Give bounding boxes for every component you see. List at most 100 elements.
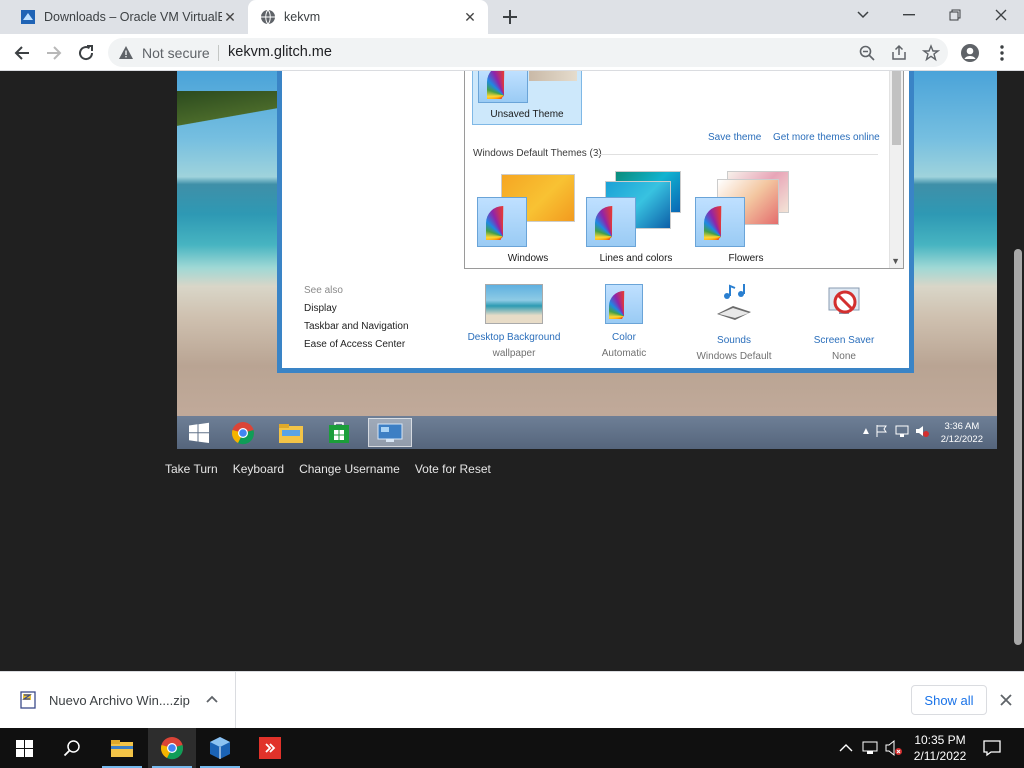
- bookmark-star-icon[interactable]: [922, 44, 940, 62]
- item-value: Automatic: [601, 348, 647, 359]
- browser-toolbar: Not secure kekvm.glitch.me: [0, 34, 1024, 71]
- vm-chrome-button[interactable]: [221, 418, 265, 447]
- scroll-down-icon[interactable]: ▼: [891, 256, 900, 266]
- close-window-icon[interactable]: [978, 0, 1024, 30]
- volume-muted-icon[interactable]: [915, 424, 929, 438]
- volume-muted-icon[interactable]: [885, 739, 903, 757]
- unsaved-theme-label: Unsaved Theme: [490, 109, 564, 120]
- minimize-icon[interactable]: [886, 0, 932, 30]
- palm-tree-decoration: [177, 91, 277, 131]
- action-center-flag-icon[interactable]: [874, 424, 888, 438]
- vm-clock[interactable]: 3:36 AM 2/12/2022: [941, 420, 983, 446]
- zoom-out-icon[interactable]: [858, 44, 876, 62]
- item-value: Windows Default: [696, 351, 772, 362]
- theme-fan-icon: [477, 197, 527, 247]
- close-icon[interactable]: [998, 692, 1014, 708]
- sounds-icon: [717, 284, 751, 320]
- item-value: wallpaper: [492, 348, 536, 359]
- menu-kebab-icon[interactable]: [992, 43, 1012, 63]
- desktop-background-item[interactable]: Desktop Background wallpaper: [454, 284, 574, 359]
- globe-icon: [261, 9, 275, 25]
- host-explorer-button[interactable]: [98, 728, 146, 768]
- host-anydesk-button[interactable]: [246, 728, 294, 768]
- see-also-display-link[interactable]: Display: [304, 303, 337, 314]
- address-bar[interactable]: Not secure kekvm.glitch.me: [108, 38, 948, 67]
- host-virtualbox-button[interactable]: [196, 728, 244, 768]
- vm-time: 3:36 AM: [944, 421, 980, 432]
- save-theme-link[interactable]: Save theme: [708, 132, 761, 143]
- vm-start-button[interactable]: [177, 418, 221, 447]
- chevron-up-icon[interactable]: [205, 692, 219, 706]
- security-label[interactable]: Not secure: [142, 45, 210, 61]
- color-item[interactable]: Color Automatic: [564, 284, 684, 359]
- item-value: None: [832, 351, 856, 362]
- tab-title: kekvm: [284, 10, 321, 24]
- url-text[interactable]: kekvm.glitch.me: [228, 44, 332, 60]
- theme-fan-icon: [478, 71, 528, 103]
- download-file-name[interactable]: Nuevo Archivo Win....zip: [49, 693, 190, 708]
- chevron-up-icon[interactable]: [838, 739, 854, 757]
- virtualbox-icon: [21, 10, 35, 24]
- tab-title: Downloads – Oracle VM VirtualBox: [44, 10, 222, 24]
- vm-store-button[interactable]: [317, 418, 361, 447]
- keyboard-link[interactable]: Keyboard: [233, 462, 284, 476]
- screen-saver-icon: [828, 287, 860, 314]
- notifications-icon[interactable]: [983, 739, 1001, 757]
- see-also-ease-of-access-link[interactable]: Ease of Access Center: [304, 339, 405, 350]
- profile-avatar-icon[interactable]: [960, 43, 980, 63]
- vm-screen[interactable]: Unsaved Theme Save theme Get more themes…: [177, 71, 997, 449]
- section-header: Windows Default Themes (3): [473, 148, 602, 159]
- warning-icon[interactable]: [118, 45, 134, 61]
- tab-search-icon[interactable]: [840, 0, 886, 30]
- host-clock[interactable]: 10:35 PM 2/11/2022: [906, 732, 974, 764]
- tab-downloads[interactable]: Downloads – Oracle VM VirtualBox ✕: [8, 0, 248, 34]
- show-all-button[interactable]: Show all: [911, 685, 987, 715]
- color-palette-icon: [605, 284, 643, 324]
- vm-date: 2/12/2022: [940, 434, 983, 445]
- windows-logo-icon: [15, 739, 33, 757]
- vm-personalization-button[interactable]: [368, 418, 412, 447]
- chrome-icon: [232, 421, 254, 444]
- forward-arrow-icon[interactable]: [44, 43, 64, 63]
- tab-kekvm[interactable]: kekvm ✕: [248, 0, 488, 34]
- share-icon[interactable]: [890, 44, 908, 62]
- page-scrollbar[interactable]: [1012, 71, 1024, 671]
- theme-fan-icon: [695, 197, 745, 247]
- download-item[interactable]: Nuevo Archivo Win....zip: [0, 672, 236, 728]
- show-hidden-icons-icon[interactable]: ▲: [861, 426, 871, 437]
- change-username-link[interactable]: Change Username: [299, 462, 400, 476]
- network-icon[interactable]: [862, 739, 880, 757]
- restore-icon[interactable]: [932, 0, 978, 30]
- personalization-window: Unsaved Theme Save theme Get more themes…: [277, 71, 914, 373]
- search-icon: [63, 740, 80, 757]
- host-search-button[interactable]: [48, 728, 96, 768]
- item-label: Sounds: [717, 335, 751, 346]
- unsaved-theme-tile[interactable]: Unsaved Theme: [472, 71, 582, 125]
- folder-icon: [111, 740, 133, 757]
- new-tab-icon[interactable]: [500, 7, 520, 27]
- see-also-taskbar-link[interactable]: Taskbar and Navigation: [304, 321, 409, 332]
- item-label: Screen Saver: [813, 335, 875, 346]
- scroll-thumb[interactable]: [892, 71, 901, 145]
- vm-explorer-button[interactable]: [269, 418, 313, 447]
- zip-file-icon: [20, 691, 36, 709]
- item-label: Desktop Background: [467, 332, 561, 343]
- host-chrome-button[interactable]: [148, 728, 196, 768]
- screen-saver-item[interactable]: Screen Saver None: [784, 284, 904, 362]
- item-label: Color: [612, 332, 636, 343]
- vote-for-reset-link[interactable]: Vote for Reset: [415, 462, 491, 476]
- host-start-button[interactable]: [0, 728, 48, 768]
- theme-list-scrollbar[interactable]: ▼: [889, 71, 903, 268]
- get-more-themes-link[interactable]: Get more themes online: [773, 132, 880, 143]
- take-turn-link[interactable]: Take Turn: [165, 462, 218, 476]
- divider: [218, 45, 219, 61]
- page-content: Unsaved Theme Save theme Get more themes…: [0, 71, 1024, 671]
- scroll-thumb[interactable]: [1014, 249, 1022, 645]
- close-tab-icon[interactable]: ✕: [222, 9, 238, 25]
- reload-icon[interactable]: [76, 43, 96, 63]
- close-tab-icon[interactable]: ✕: [462, 9, 478, 25]
- sounds-item[interactable]: Sounds Windows Default: [674, 284, 794, 362]
- network-icon[interactable]: [895, 424, 909, 438]
- back-arrow-icon[interactable]: [12, 43, 32, 63]
- chrome-icon: [161, 737, 183, 760]
